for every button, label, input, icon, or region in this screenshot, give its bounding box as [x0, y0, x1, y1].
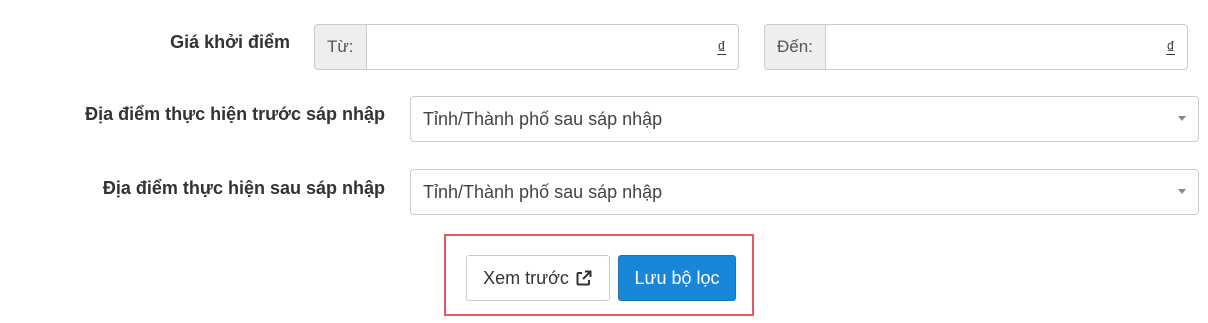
price-to-addon: Đến: — [764, 24, 825, 70]
currency-symbol: ₫ — [1166, 38, 1175, 57]
price-to-input[interactable]: ₫ — [824, 24, 1188, 70]
preview-button-label: Xem trước — [483, 267, 569, 288]
external-link-icon — [575, 269, 593, 287]
location-after-label: Địa điểm thực hiện sau sáp nhập — [102, 178, 385, 198]
chevron-down-icon — [1178, 116, 1186, 121]
preview-button[interactable]: Xem trước — [466, 255, 610, 301]
price-to-group: Đến: ₫ — [764, 24, 1188, 70]
location-before-label: Địa điểm thực hiện trước sáp nhập — [85, 104, 385, 124]
price-from-group: Từ: ₫ — [314, 24, 739, 70]
location-after-selected: Tỉnh/Thành phố sau sáp nhập — [423, 181, 663, 202]
price-from-addon: Từ: — [314, 24, 366, 70]
price-from-input[interactable]: ₫ — [365, 24, 739, 70]
chevron-down-icon — [1178, 189, 1186, 194]
price-label: Giá khởi điểm — [170, 32, 290, 52]
save-filter-button-label: Lưu bộ lọc — [634, 267, 720, 288]
currency-symbol: ₫ — [717, 38, 726, 57]
save-filter-button[interactable]: Lưu bộ lọc — [618, 255, 736, 301]
location-before-select[interactable]: Tỉnh/Thành phố sau sáp nhập — [410, 96, 1199, 142]
location-before-selected: Tỉnh/Thành phố sau sáp nhập — [423, 108, 663, 129]
location-after-select[interactable]: Tỉnh/Thành phố sau sáp nhập — [410, 169, 1199, 215]
